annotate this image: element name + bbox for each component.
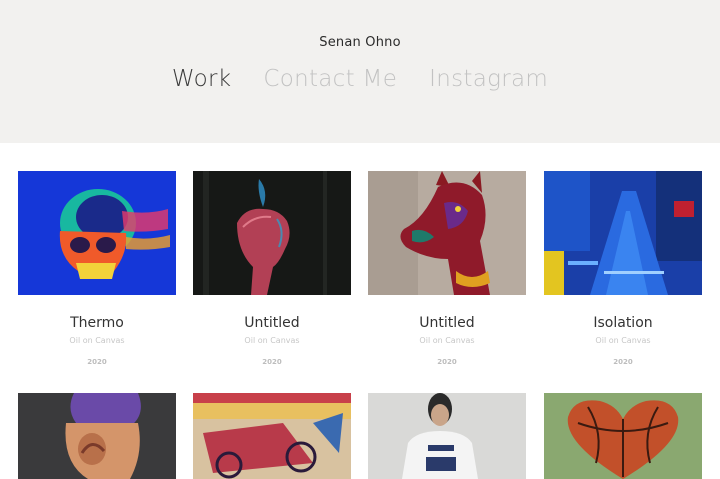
- artwork-medium: Oil on Canvas: [419, 336, 475, 345]
- work-card[interactable]: Untitled Oil on Canvas 2020: [193, 171, 351, 366]
- work-card[interactable]: Thermo Oil on Canvas 2020: [18, 171, 176, 366]
- work-card[interactable]: [193, 393, 351, 479]
- thermo-painting-image: [18, 171, 176, 295]
- work-card[interactable]: Isolation Oil on Canvas 2020: [544, 171, 702, 366]
- work-card[interactable]: Untitled Oil on Canvas 2020: [368, 171, 526, 366]
- artwork-medium: Oil on Canvas: [595, 336, 651, 345]
- work-grid: Thermo Oil on Canvas 2020 Untitled Oil o…: [0, 0, 720, 479]
- artwork-medium: Oil on Canvas: [244, 336, 300, 345]
- artwork-title[interactable]: Untitled: [368, 315, 526, 331]
- carriage-painting-image: [193, 393, 351, 479]
- artwork-thumbnail[interactable]: [193, 393, 351, 479]
- isolation-painting-image: [544, 171, 702, 295]
- artwork-year: 2020: [437, 358, 457, 366]
- basketball-heart-painting-image: [544, 393, 702, 479]
- work-card[interactable]: [368, 393, 526, 479]
- artwork-thumbnail[interactable]: [368, 171, 526, 295]
- artwork-thumbnail[interactable]: [18, 171, 176, 295]
- work-card[interactable]: [18, 393, 176, 479]
- artwork-title[interactable]: Thermo: [18, 315, 176, 331]
- work-card[interactable]: [544, 393, 702, 479]
- artwork-thumbnail[interactable]: [193, 171, 351, 295]
- artwork-year: 2020: [613, 358, 633, 366]
- hand-painting-image: [193, 171, 351, 295]
- face-painting-image: [18, 393, 176, 479]
- artwork-year: 2020: [87, 358, 107, 366]
- artwork-thumbnail[interactable]: [544, 171, 702, 295]
- artwork-year: 2020: [262, 358, 282, 366]
- artwork-thumbnail[interactable]: [368, 393, 526, 479]
- artwork-title[interactable]: Untitled: [193, 315, 351, 331]
- artwork-thumbnail[interactable]: [544, 393, 702, 479]
- artwork-title[interactable]: Isolation: [544, 315, 702, 331]
- dog-painting-image: [368, 171, 526, 295]
- portrait-photo-image: [368, 393, 526, 479]
- artwork-thumbnail[interactable]: [18, 393, 176, 479]
- artwork-medium: Oil on Canvas: [69, 336, 125, 345]
